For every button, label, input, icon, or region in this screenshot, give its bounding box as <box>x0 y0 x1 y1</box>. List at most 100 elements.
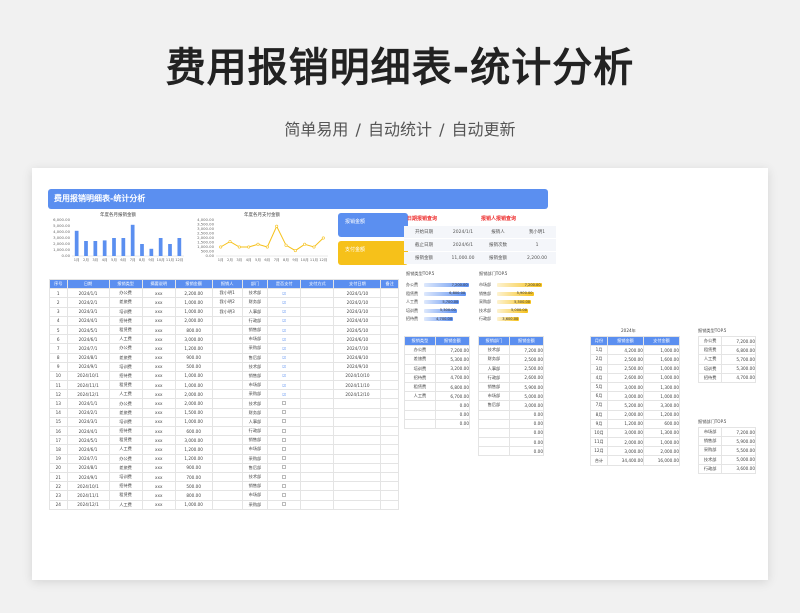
unchecked-icon[interactable] <box>282 474 287 479</box>
table-cell[interactable]: 我小明3 <box>211 306 243 317</box>
paid-checkbox[interactable] <box>267 435 302 446</box>
table-cell[interactable] <box>300 481 335 492</box>
table-cell[interactable]: 2024/2/1 <box>66 297 110 308</box>
table-cell[interactable]: 1,300.00 <box>642 427 681 439</box>
paid-checkbox[interactable] <box>267 398 302 409</box>
table-cell[interactable]: 17 <box>49 435 68 446</box>
table-cell[interactable]: 培训费 <box>108 361 143 372</box>
table-cell[interactable] <box>300 499 335 510</box>
table-cell[interactable]: 2024/7/10 <box>333 343 382 354</box>
table-cell[interactable]: xxx <box>141 288 176 299</box>
table-cell[interactable]: 3,000.00 <box>174 334 213 345</box>
table-cell[interactable]: 招待费 <box>108 425 143 437</box>
table-cell[interactable]: 22 <box>49 481 68 492</box>
column-header[interactable]: 报销金额 <box>606 335 644 347</box>
table-cell[interactable] <box>211 453 243 464</box>
table-cell[interactable]: 市场部 <box>241 490 269 501</box>
table-cell[interactable]: 0.00 <box>434 409 471 420</box>
table-cell[interactable]: 1,000.00 <box>174 380 213 391</box>
table-cell[interactable] <box>333 490 382 501</box>
table-cell[interactable] <box>211 416 243 428</box>
table-cell[interactable] <box>380 462 399 473</box>
table-cell[interactable] <box>211 425 243 437</box>
column-header[interactable]: 摘要说明 <box>141 278 176 290</box>
table-cell[interactable]: 1,200.00 <box>174 444 213 455</box>
table-cell[interactable]: xxx <box>141 453 176 464</box>
table-cell[interactable]: 办公费 <box>108 288 143 299</box>
table-cell[interactable]: 1,000.00 <box>174 370 213 382</box>
table-cell[interactable]: 34,400.00 <box>606 455 644 466</box>
checked-icon[interactable]: ☑ <box>282 373 286 378</box>
table-cell[interactable]: 技术部 <box>478 345 510 356</box>
table-cell[interactable] <box>380 380 399 391</box>
table-cell[interactable]: 7,200.00 <box>721 335 756 347</box>
table-cell[interactable]: 600.00 <box>174 425 213 437</box>
table-cell[interactable]: 1 <box>49 288 68 299</box>
table-cell[interactable]: 租赁费 <box>108 380 143 391</box>
table-cell[interactable] <box>404 418 436 429</box>
table-cell[interactable]: 1,500.00 <box>174 407 213 418</box>
table-cell[interactable]: 2024/1/10 <box>333 288 382 299</box>
table-cell[interactable]: 4,700.00 <box>434 372 471 383</box>
table-cell[interactable]: 11月 <box>590 437 608 448</box>
table-cell[interactable]: 租赁费 <box>108 324 143 336</box>
unchecked-icon[interactable] <box>282 465 287 470</box>
table-cell[interactable] <box>380 297 399 308</box>
table-cell[interactable]: 2024/12/1 <box>66 389 110 400</box>
paid-checkbox[interactable] <box>267 407 302 418</box>
table-cell[interactable]: 2,000.00 <box>174 398 213 409</box>
table-cell[interactable]: 600.00 <box>642 418 681 429</box>
query-value[interactable]: 2024/1/1 <box>444 230 482 235</box>
table-cell[interactable] <box>300 444 335 455</box>
table-cell[interactable]: 10 <box>49 370 68 382</box>
paid-checkbox[interactable]: ☑ <box>267 343 302 354</box>
table-cell[interactable]: 8月 <box>590 409 608 420</box>
table-cell[interactable]: 技术部 <box>697 454 723 465</box>
table-cell[interactable]: 6月 <box>590 391 608 402</box>
table-cell[interactable]: 采购部 <box>241 389 269 400</box>
table-cell[interactable]: 2024/5/1 <box>66 324 110 336</box>
checked-icon[interactable]: ☑ <box>282 355 286 360</box>
table-cell[interactable]: 15 <box>49 416 68 428</box>
table-cell[interactable] <box>211 361 243 372</box>
table-cell[interactable]: 18 <box>49 444 68 455</box>
unchecked-icon[interactable] <box>282 502 287 507</box>
table-cell[interactable]: 差旅费 <box>108 297 143 308</box>
paid-checkbox[interactable] <box>267 444 302 455</box>
table-cell[interactable]: 行政部 <box>697 463 723 474</box>
table-cell[interactable]: 2,500.00 <box>508 354 545 365</box>
table-cell[interactable]: 2024/12/10 <box>333 389 382 400</box>
table-cell[interactable] <box>478 409 510 420</box>
table-cell[interactable]: 3,200.00 <box>434 363 471 374</box>
table-cell[interactable]: 办公费 <box>697 335 723 347</box>
table-cell[interactable] <box>380 288 399 299</box>
table-cell[interactable] <box>211 499 243 510</box>
table-cell[interactable]: 销售部 <box>478 381 510 393</box>
table-cell[interactable]: 租赁费 <box>404 381 436 393</box>
table-cell[interactable]: 5 <box>49 324 68 336</box>
table-cell[interactable] <box>300 288 335 299</box>
table-cell[interactable] <box>211 444 243 455</box>
table-cell[interactable]: 2024/4/1 <box>66 425 110 437</box>
table-cell[interactable]: 800.00 <box>174 324 213 336</box>
table-cell[interactable] <box>300 343 335 354</box>
table-cell[interactable] <box>380 490 399 501</box>
table-cell[interactable]: 4,700.00 <box>721 372 756 383</box>
table-cell[interactable]: 24 <box>49 499 68 510</box>
table-cell[interactable]: 培训费 <box>108 416 143 428</box>
table-cell[interactable]: 培训费 <box>697 363 723 374</box>
table-cell[interactable]: 我小明1 <box>211 288 243 299</box>
column-header[interactable]: 月份 <box>590 335 608 347</box>
table-cell[interactable] <box>380 370 399 382</box>
table-cell[interactable] <box>380 407 399 418</box>
table-cell[interactable] <box>333 453 382 464</box>
table-cell[interactable]: 售后部 <box>241 352 269 363</box>
table-cell[interactable]: 16 <box>49 425 68 437</box>
paid-checkbox[interactable]: ☑ <box>267 352 302 363</box>
paid-checkbox[interactable]: ☑ <box>267 380 302 391</box>
table-cell[interactable] <box>211 334 243 345</box>
column-header[interactable]: 支付方式 <box>300 278 335 290</box>
table-cell[interactable]: 2024/4/10 <box>333 315 382 326</box>
table-cell[interactable]: 7 <box>49 343 68 354</box>
table-cell[interactable]: 销售部 <box>241 435 269 446</box>
